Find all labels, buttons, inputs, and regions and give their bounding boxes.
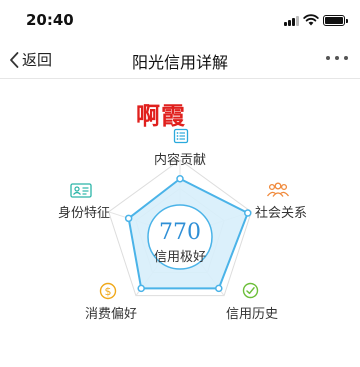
svg-text:$: $: [105, 285, 112, 298]
dollar-icon: $: [99, 282, 117, 300]
list-icon: [173, 128, 189, 144]
signal-icon: [284, 16, 300, 26]
status-time: 20:40: [26, 11, 74, 29]
dimension-label-identity: 身份特征: [58, 206, 111, 221]
nav-bar: 返回 阳光信用详解: [0, 40, 360, 79]
status-bar: 20:40: [0, 0, 360, 40]
dimension-label-social: 社会关系: [255, 206, 308, 221]
dimension-label-consumption: 消费偏好: [85, 307, 138, 322]
credit-score: 770: [159, 220, 201, 245]
more-icon[interactable]: [326, 56, 350, 62]
radar-point-social: [244, 209, 252, 217]
dimension-label-history: 信用历史: [226, 307, 279, 322]
dimension-label-content: 内容贡献: [154, 153, 207, 168]
battery-icon: [323, 15, 348, 26]
check-icon: [242, 282, 259, 299]
radar-point-history: [215, 284, 223, 293]
people-icon: [266, 182, 290, 197]
credit-level: 信用极好: [153, 250, 206, 265]
radar-point-content: [176, 175, 184, 183]
id-card-icon: [70, 183, 92, 198]
wifi-icon: [303, 14, 319, 26]
page-title: 阳光信用详解: [131, 53, 228, 72]
radar-point-consumption: [137, 284, 145, 293]
